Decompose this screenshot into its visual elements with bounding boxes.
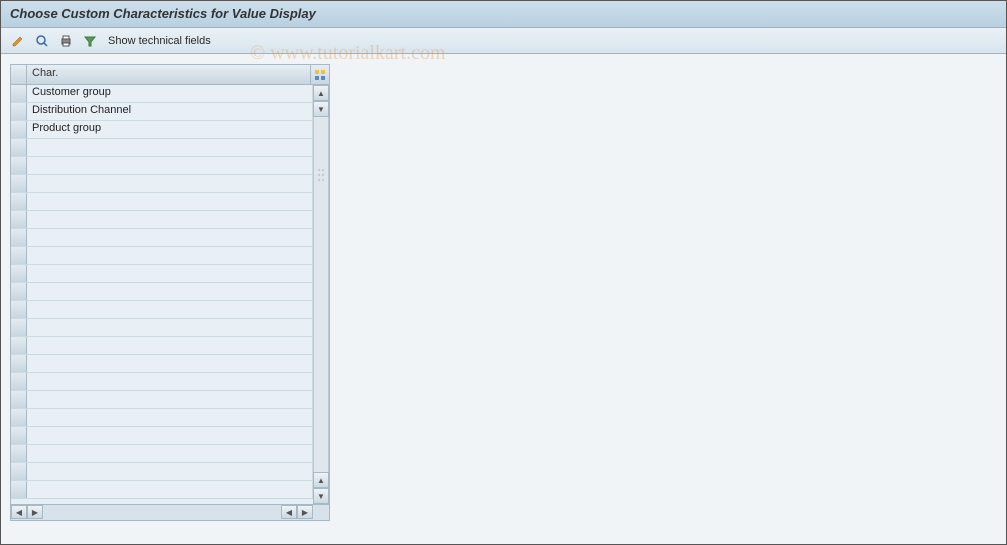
table-row: Customer group <box>11 85 313 103</box>
char-cell[interactable] <box>27 445 313 462</box>
row-selector[interactable] <box>11 463 27 480</box>
char-cell[interactable]: Distribution Channel <box>27 103 313 120</box>
table-row: Distribution Channel <box>11 103 313 121</box>
row-selector[interactable] <box>11 175 27 192</box>
row-selector[interactable] <box>11 211 27 228</box>
row-selector[interactable] <box>11 283 27 300</box>
column-header-char[interactable]: Char. <box>27 65 311 84</box>
table-row <box>11 301 313 319</box>
toolbar: Show technical fields <box>0 28 1007 54</box>
table-row <box>11 175 313 193</box>
char-cell[interactable] <box>27 463 313 480</box>
char-cell[interactable] <box>27 319 313 336</box>
row-selector[interactable] <box>11 337 27 354</box>
edit-icon[interactable] <box>8 31 28 51</box>
scroll-down2-icon[interactable]: ▼ <box>313 488 329 504</box>
vertical-scrollbar[interactable]: ▲ ▼ ▲ ▼ <box>313 85 329 504</box>
char-cell[interactable] <box>27 355 313 372</box>
char-cell[interactable] <box>27 283 313 300</box>
row-selector[interactable] <box>11 373 27 390</box>
title-bar: Choose Custom Characteristics for Value … <box>0 0 1007 28</box>
scroll-left-icon[interactable]: ◀ <box>11 505 27 519</box>
scroll-up-icon[interactable]: ▲ <box>313 85 329 101</box>
char-cell[interactable] <box>27 409 313 426</box>
print-icon[interactable] <box>56 31 76 51</box>
content-area: Char. Customer groupDistribution Channel… <box>0 54 1007 545</box>
row-selector[interactable] <box>11 427 27 444</box>
row-selector[interactable] <box>11 103 27 120</box>
table-row <box>11 355 313 373</box>
horizontal-scrollbar[interactable]: ◀ ▶ ◀ ▶ <box>11 504 329 520</box>
table-row <box>11 481 313 499</box>
table-row: Product group <box>11 121 313 139</box>
filter-icon[interactable] <box>80 31 100 51</box>
table-row <box>11 211 313 229</box>
scroll-right2-icon[interactable]: ▶ <box>297 505 313 519</box>
char-cell[interactable] <box>27 427 313 444</box>
row-selector[interactable] <box>11 319 27 336</box>
table-row <box>11 193 313 211</box>
table-body: Customer groupDistribution ChannelProduc… <box>11 85 313 504</box>
show-technical-fields-button[interactable]: Show technical fields <box>104 35 211 47</box>
table-row <box>11 247 313 265</box>
char-cell[interactable] <box>27 211 313 228</box>
table-row <box>11 445 313 463</box>
table-row <box>11 139 313 157</box>
char-cell[interactable] <box>27 247 313 264</box>
char-cell[interactable] <box>27 229 313 246</box>
table-row <box>11 283 313 301</box>
scroll-up2-icon[interactable]: ▲ <box>313 472 329 488</box>
table-row <box>11 427 313 445</box>
char-cell[interactable] <box>27 193 313 210</box>
characteristics-table: Char. Customer groupDistribution Channel… <box>10 64 330 521</box>
row-selector[interactable] <box>11 193 27 210</box>
table-row <box>11 157 313 175</box>
char-cell[interactable] <box>27 265 313 282</box>
char-cell[interactable] <box>27 301 313 318</box>
row-selector[interactable] <box>11 139 27 156</box>
char-cell[interactable] <box>27 175 313 192</box>
table-row <box>11 337 313 355</box>
table-header: Char. <box>11 65 329 85</box>
table-settings-icon[interactable] <box>311 65 329 84</box>
row-selector[interactable] <box>11 85 27 102</box>
char-cell[interactable] <box>27 391 313 408</box>
table-row <box>11 391 313 409</box>
table-row <box>11 373 313 391</box>
row-selector[interactable] <box>11 409 27 426</box>
char-cell[interactable] <box>27 481 313 498</box>
row-selector[interactable] <box>11 265 27 282</box>
row-selector[interactable] <box>11 247 27 264</box>
char-cell[interactable] <box>27 157 313 174</box>
char-cell[interactable] <box>27 139 313 156</box>
scroll-left2-icon[interactable]: ◀ <box>281 505 297 519</box>
char-cell[interactable]: Product group <box>27 121 313 138</box>
table-row <box>11 229 313 247</box>
scroll-track[interactable] <box>313 117 329 472</box>
select-all-handle[interactable] <box>11 65 27 84</box>
page-title: Choose Custom Characteristics for Value … <box>10 6 997 21</box>
row-selector[interactable] <box>11 301 27 318</box>
row-selector[interactable] <box>11 481 27 498</box>
table-row <box>11 319 313 337</box>
find-icon[interactable] <box>32 31 52 51</box>
table-row <box>11 265 313 283</box>
row-selector[interactable] <box>11 157 27 174</box>
row-selector[interactable] <box>11 121 27 138</box>
char-cell[interactable]: Customer group <box>27 85 313 102</box>
row-selector[interactable] <box>11 445 27 462</box>
row-selector[interactable] <box>11 391 27 408</box>
table-row <box>11 409 313 427</box>
scroll-down-icon[interactable]: ▼ <box>313 101 329 117</box>
char-cell[interactable] <box>27 373 313 390</box>
char-cell[interactable] <box>27 337 313 354</box>
scroll-right-icon[interactable]: ▶ <box>27 505 43 519</box>
row-selector[interactable] <box>11 355 27 372</box>
table-row <box>11 463 313 481</box>
row-selector[interactable] <box>11 229 27 246</box>
